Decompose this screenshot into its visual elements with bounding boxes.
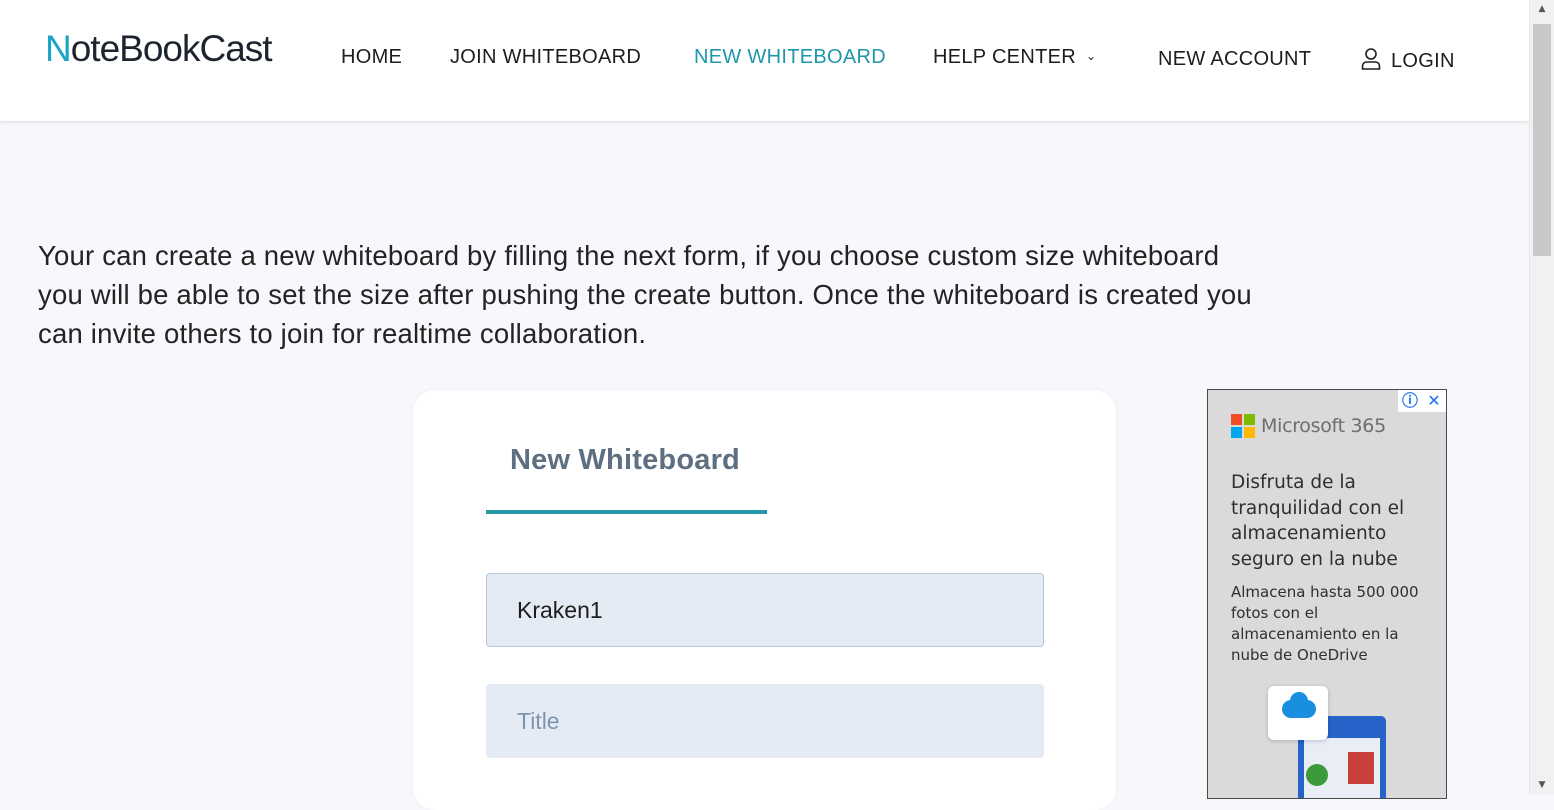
scroll-down-icon[interactable]: ▼ (1530, 776, 1554, 794)
close-icon[interactable]: ✕ (1422, 390, 1446, 412)
microsoft-logo-icon (1231, 414, 1255, 438)
scroll-up-icon[interactable]: ▲ (1530, 0, 1554, 18)
ad-body: Almacena hasta 500 000 fotos con el alma… (1231, 583, 1419, 664)
user-icon (1361, 48, 1381, 70)
nav-home[interactable]: HOME (341, 46, 402, 69)
onedrive-card (1268, 686, 1328, 740)
ad-brand-name: Microsoft 365 (1261, 415, 1386, 437)
whiteboard-name-input[interactable] (486, 573, 1044, 647)
whiteboard-title-input[interactable] (486, 684, 1044, 758)
intro-text: Your can create a new whiteboard by fill… (38, 236, 1438, 353)
site-logo[interactable]: NoteBookCast (45, 28, 273, 70)
nav-new-whiteboard[interactable]: NEW WHITEBOARD (694, 46, 886, 69)
ad-headline: Disfruta de la tranquilidad con el almac… (1231, 472, 1405, 570)
nav-help-center-label: HELP CENTER (933, 46, 1076, 68)
intro-line-2: you will be able to set the size after p… (38, 279, 1252, 310)
tab-new-whiteboard-label: New Whiteboard (510, 444, 740, 476)
nav-help-center[interactable]: HELP CENTER ⌄ (933, 46, 1096, 69)
cloud-icon (1282, 692, 1316, 718)
intro-line-3: can invite others to join for realtime c… (38, 318, 647, 349)
info-icon[interactable]: ⓘ (1398, 390, 1422, 412)
advertisement[interactable]: ⓘ ✕ Microsoft 365 Disfruta de la tranqui… (1207, 389, 1447, 799)
ad-image (1268, 686, 1398, 798)
nav-new-account[interactable]: NEW ACCOUNT (1158, 48, 1311, 71)
new-whiteboard-card: New Whiteboard (413, 390, 1116, 810)
nav-login-label: LOGIN (1391, 50, 1455, 72)
chevron-down-icon: ⌄ (1085, 49, 1097, 63)
nav-join-whiteboard[interactable]: JOIN WHITEBOARD (450, 46, 641, 69)
nav-login[interactable]: LOGIN (1361, 48, 1455, 73)
ad-brand: Microsoft 365 (1231, 414, 1386, 438)
intro-line-1: Your can create a new whiteboard by fill… (38, 240, 1220, 271)
tab-new-whiteboard[interactable]: New Whiteboard (486, 444, 767, 514)
site-header: NoteBookCast HOME JOIN WHITEBOARD NEW WH… (0, 0, 1530, 122)
scroll-thumb[interactable] (1533, 24, 1551, 256)
ad-controls: ⓘ ✕ (1398, 390, 1446, 412)
scrollbar[interactable]: ▲ ▼ (1529, 0, 1554, 794)
